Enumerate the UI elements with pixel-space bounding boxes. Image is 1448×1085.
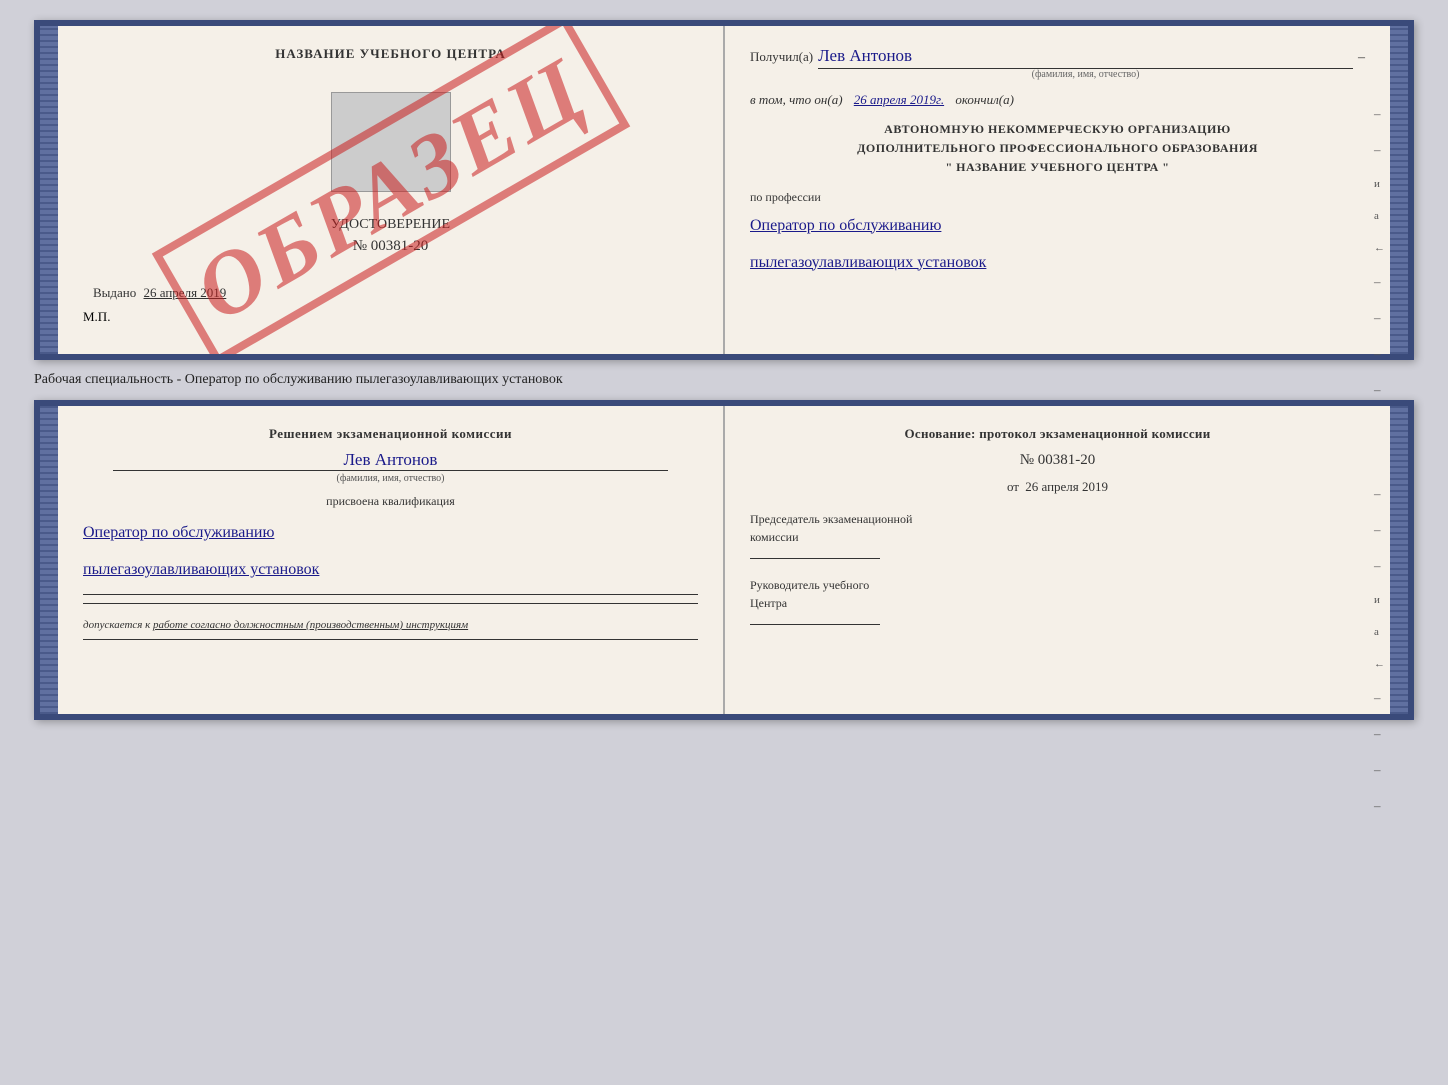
received-block: Получил(а) Лев Антонов (фамилия, имя, от… — [750, 46, 1365, 80]
top-left-page: НАЗВАНИЕ УЧЕБНОГО ЦЕНТРА УДОСТОВЕРЕНИЕ №… — [58, 26, 725, 354]
m2: – — [1374, 142, 1385, 158]
bottom-book: Решением экзаменационной комиссии Лев Ан… — [34, 400, 1414, 720]
org-line3: " НАЗВАНИЕ УЧЕБНОГО ЦЕНТРА " — [750, 158, 1365, 177]
bm8: – — [1374, 726, 1385, 742]
issued-label: Выдано — [93, 285, 136, 300]
bm7: – — [1374, 690, 1385, 706]
received-label: Получил(а) — [750, 49, 813, 65]
mp-label: М.П. — [83, 309, 698, 325]
document-container: НАЗВАНИЕ УЧЕБНОГО ЦЕНТРА УДОСТОВЕРЕНИЕ №… — [34, 20, 1414, 720]
cert-photo — [331, 92, 451, 192]
protocol-date: от 26 апреля 2019 — [750, 479, 1365, 495]
org-line2: ДОПОЛНИТЕЛЬНОГО ПРОФЕССИОНАЛЬНОГО ОБРАЗО… — [750, 139, 1365, 158]
book-spine-top-right — [1390, 26, 1408, 354]
m8: – — [1374, 346, 1385, 362]
bm10: – — [1374, 798, 1385, 814]
bm4: и — [1374, 594, 1385, 606]
org-line1: АВТОНОМНУЮ НЕКОММЕРЧЕСКУЮ ОРГАНИЗАЦИЮ — [750, 120, 1365, 139]
blank-line-2 — [83, 603, 698, 604]
m7: – — [1374, 310, 1385, 326]
book-spine-top-left — [40, 26, 58, 354]
head-block: Руководитель учебного Центра — [750, 576, 1365, 630]
chairman-line2: комиссии — [750, 528, 1365, 546]
fio-subtitle-top: (фамилия, имя, отчество) — [818, 69, 1353, 80]
cert-issued-line: Выдано 26 апреля 2019 — [83, 285, 698, 301]
m5: ← — [1374, 242, 1385, 254]
bm1: – — [1374, 486, 1385, 502]
bottom-person-block: Лев Антонов (фамилия, имя, отчество) — [83, 450, 698, 484]
profession-label: по профессии — [750, 190, 1365, 205]
issued-date: 26 апреля 2019 — [144, 285, 227, 300]
qualification-label: присвоена квалификация — [83, 494, 698, 509]
bottom-person-name: Лев Антонов — [113, 450, 668, 471]
between-label: Рабочая специальность - Оператор по обсл… — [34, 368, 1414, 392]
m6: – — [1374, 274, 1385, 290]
qualification-line1: Оператор по обслуживанию — [83, 517, 698, 549]
head-line2: Центра — [750, 594, 1365, 612]
decision-title: Решением экзаменационной комиссии — [83, 426, 698, 442]
bm3: – — [1374, 558, 1385, 574]
date-value-bottom: 26 апреля 2019 — [1025, 479, 1108, 494]
bottom-fio-sub: (фамилия, имя, отчество) — [83, 473, 698, 484]
dash1: – — [1358, 50, 1365, 66]
top-right-page: Получил(а) Лев Антонов (фамилия, имя, от… — [725, 26, 1390, 354]
margin-marks-bottom: – – – и а ← – – – – — [1374, 486, 1385, 814]
date-prefix: в том, что он(а) — [750, 92, 843, 107]
book-spine-bottom-right — [1390, 406, 1408, 714]
chairman-sig-line — [750, 558, 880, 559]
date-prefix-bottom: от — [1007, 479, 1019, 494]
head-line1: Руководитель учебного — [750, 576, 1365, 594]
osnov-title: Основание: протокол экзаменационной коми… — [750, 426, 1365, 442]
m9: – — [1374, 382, 1385, 398]
bm9: – — [1374, 762, 1385, 778]
blank-line-1 — [83, 594, 698, 595]
qualification-line2: пылегазоулавливающих установок — [83, 554, 698, 586]
book-spine-bottom-left — [40, 406, 58, 714]
person-name: Лев Антонов — [818, 46, 1353, 69]
protocol-number: № 00381-20 — [750, 452, 1365, 469]
m3: и — [1374, 178, 1385, 190]
dopusk-text: допускается к работе согласно должностны… — [83, 619, 698, 631]
bm6: ← — [1374, 658, 1385, 670]
m4: а — [1374, 210, 1385, 222]
profession-line2: пылегазоулавливающих установок — [750, 247, 1365, 279]
cert-type-label: УДОСТОВЕРЕНИЕ — [83, 217, 698, 233]
dopusk-prefix: допускается к — [83, 619, 150, 631]
chairman-line1: Председатель экзаменационной — [750, 510, 1365, 528]
top-book: НАЗВАНИЕ УЧЕБНОГО ЦЕНТРА УДОСТОВЕРЕНИЕ №… — [34, 20, 1414, 360]
date-value: 26 апреля 2019г. — [854, 92, 944, 107]
margin-marks-top: – – и а ← – – – – — [1374, 106, 1385, 398]
chairman-block: Председатель экзаменационной комиссии — [750, 510, 1365, 564]
blank-line-3 — [83, 639, 698, 640]
bm2: – — [1374, 522, 1385, 538]
bottom-right-page: Основание: протокол экзаменационной коми… — [725, 406, 1390, 714]
bm5: а — [1374, 626, 1385, 638]
date-suffix: окончил(а) — [955, 92, 1014, 107]
bottom-left-page: Решением экзаменационной комиссии Лев Ан… — [58, 406, 725, 714]
org-block: АВТОНОМНУЮ НЕКОММЕРЧЕСКУЮ ОРГАНИЗАЦИЮ ДО… — [750, 120, 1365, 178]
profession-line1: Оператор по обслуживанию — [750, 210, 1365, 242]
person-name-wrap: Лев Антонов (фамилия, имя, отчество) — [818, 46, 1353, 80]
m1: – — [1374, 106, 1385, 122]
dopusk-main: работе согласно должностным (производств… — [153, 619, 468, 631]
cert-number: № 00381-20 — [83, 238, 698, 255]
cert-school-title: НАЗВАНИЕ УЧЕБНОГО ЦЕНТРА — [83, 46, 698, 62]
head-sig-line — [750, 624, 880, 625]
date-line-top: в том, что он(а) 26 апреля 2019г. окончи… — [750, 92, 1365, 108]
